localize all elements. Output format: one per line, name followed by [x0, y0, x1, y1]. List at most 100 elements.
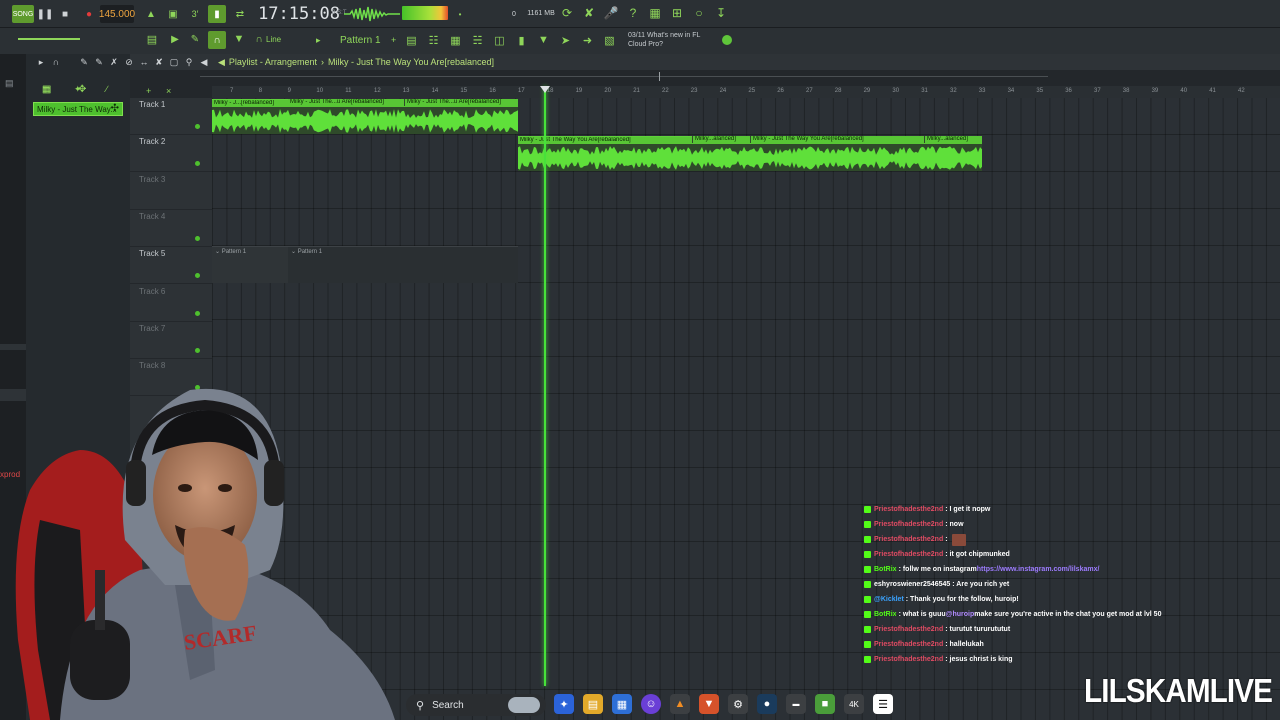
piano-roll-icon[interactable]: ☷: [427, 32, 440, 48]
stop-icon[interactable]: ■: [58, 5, 72, 23]
draw-icon[interactable]: ✎: [79, 56, 89, 68]
song-mode-button[interactable]: SONG: [12, 5, 34, 23]
track-mute-led[interactable]: [195, 235, 200, 241]
chat-username[interactable]: Priestofhadesthe2nd: [874, 547, 943, 562]
cloud-icon[interactable]: ➜: [581, 32, 594, 48]
track-header[interactable]: Track 1: [130, 98, 212, 135]
picker-list-icon[interactable]: ▤: [42, 84, 51, 95]
picker-audio-clip[interactable]: Milky - Just The Way... ✣: [33, 102, 123, 116]
chat-username[interactable]: Priestofhadesthe2nd: [874, 622, 943, 637]
pattern-clip-b[interactable]: ⌄ Pattern 1: [288, 246, 518, 283]
playhead[interactable]: [544, 86, 546, 686]
chat-username[interactable]: eshyroswiener2546545: [874, 577, 950, 592]
delete-icon[interactable]: ✗: [109, 56, 119, 68]
track-header[interactable]: Track 6: [130, 285, 212, 322]
track-mute-led[interactable]: [195, 273, 200, 279]
select-icon[interactable]: ▢: [169, 56, 179, 68]
zoom-icon[interactable]: ⚲: [184, 56, 194, 68]
tempo-tap-icon[interactable]: ▼: [537, 32, 550, 48]
play-pattern-icon[interactable]: ▶: [168, 32, 182, 46]
tempo-display[interactable]: 145.000: [99, 5, 135, 23]
4k-icon[interactable]: 4K: [844, 694, 864, 714]
store-icon[interactable]: ▦: [612, 694, 632, 714]
play-icon[interactable]: ❚❚: [37, 5, 54, 23]
help-icon[interactable]: ?: [626, 5, 640, 21]
track-mute-led[interactable]: [195, 161, 200, 167]
scroll-thumb[interactable]: [659, 72, 660, 81]
track-mute-led[interactable]: [195, 347, 200, 353]
track-header[interactable]: Track 2: [130, 135, 212, 173]
track-header[interactable]: Track 4: [130, 210, 212, 247]
app-icon[interactable]: ▬: [786, 694, 806, 714]
fl-studio-icon[interactable]: ▲: [670, 694, 690, 714]
move-icon[interactable]: ✥: [78, 84, 86, 95]
chat-username[interactable]: BotRix: [874, 562, 897, 577]
refresh-icon[interactable]: ⟳: [560, 5, 574, 21]
track-header[interactable]: Track 7: [130, 322, 212, 359]
prev-pattern-icon[interactable]: ▸: [316, 35, 321, 46]
playlist-arrow-icon[interactable]: ◀: [218, 57, 225, 68]
touch-keyboard-icon[interactable]: ▧: [603, 32, 616, 48]
save-icon[interactable]: ▦: [648, 5, 662, 21]
playhead-marker[interactable]: [540, 86, 550, 93]
download-icon[interactable]: ↧: [714, 5, 728, 21]
track-mute-led[interactable]: [195, 124, 200, 129]
chat-username[interactable]: Priestofhadesthe2nd: [874, 532, 943, 547]
slip-icon[interactable]: ↔: [139, 56, 149, 68]
view-playlist-icon[interactable]: ▤: [144, 32, 160, 46]
chat-username[interactable]: Priestofhadesthe2nd: [874, 652, 943, 667]
countdown-icon[interactable]: 3′: [186, 5, 204, 23]
pattern-clip-a[interactable]: ⌄ Pattern 1: [212, 246, 288, 283]
slice-icon[interactable]: ✘: [154, 56, 164, 68]
add-track-icon[interactable]: +: [146, 86, 151, 96]
master-pitch-icon[interactable]: •: [456, 5, 464, 23]
step-edit-icon[interactable]: ⇄: [232, 5, 248, 23]
metronome-icon[interactable]: ▲: [144, 5, 158, 23]
track-header[interactable]: Track 5: [130, 247, 212, 285]
chat-icon[interactable]: ○: [692, 5, 706, 21]
obs-icon[interactable]: ⚙: [728, 694, 748, 714]
snap-icon[interactable]: ∩: [254, 32, 264, 46]
track-mute-led[interactable]: [195, 310, 200, 316]
picker-automation-icon[interactable]: ∕: [106, 84, 108, 94]
snap-magnet-icon[interactable]: ∩: [208, 31, 226, 49]
chat-username[interactable]: Priestofhadesthe2nd: [874, 502, 943, 517]
pattern-selector[interactable]: Pattern 1: [340, 33, 398, 48]
minecraft-icon[interactable]: ■: [815, 694, 835, 714]
loop-record-icon[interactable]: ▮: [208, 5, 226, 23]
browser-icon[interactable]: ◫: [493, 32, 506, 48]
playlist-window-icon[interactable]: ▤: [405, 32, 418, 48]
snap-mode[interactable]: Line: [266, 35, 281, 44]
chat-username[interactable]: @Kicklet: [874, 592, 904, 607]
mic-icon[interactable]: 🎤: [604, 5, 619, 21]
file-explorer-icon[interactable]: ▤: [583, 694, 603, 714]
chat-username[interactable]: Priestofhadesthe2nd: [874, 517, 943, 532]
master-volume-slider[interactable]: [18, 38, 80, 40]
track-header[interactable]: Track 3: [130, 173, 212, 210]
mute-icon[interactable]: ⊘: [124, 56, 134, 68]
timeline-ruler[interactable]: 7 8 9 10 11 12 13 14 15 16 17 18 19 20 21 22 23 24 25 26 27 2…: [212, 86, 1280, 98]
bucket-icon[interactable]: ▼: [232, 32, 246, 46]
browser-options-icon[interactable]: ▤: [5, 78, 14, 89]
play-icon-small[interactable]: ▸: [36, 56, 46, 68]
taskbar-search[interactable]: ⚲ Search: [406, 694, 546, 716]
paint-icon[interactable]: ✎: [94, 56, 104, 68]
chat-username[interactable]: Priestofhadesthe2nd: [874, 637, 943, 652]
plugin-picker-icon[interactable]: ➤: [559, 32, 572, 48]
copilot-icon[interactable]: ✦: [554, 694, 574, 714]
plugin-database-icon[interactable]: ▮: [515, 32, 528, 48]
news-toggle-icon[interactable]: [722, 35, 732, 45]
chat-link[interactable]: https://www.instagram.com/lilskamx/: [977, 562, 1100, 577]
taskbar-app-icon[interactable]: ☰: [873, 694, 893, 714]
mixer-icon[interactable]: ☵: [471, 32, 484, 48]
close-track-icon[interactable]: ×: [166, 86, 171, 96]
wait-icon[interactable]: ▣: [166, 5, 180, 23]
discord-icon[interactable]: ☺: [641, 694, 661, 714]
pencil-icon[interactable]: ✎: [188, 32, 202, 46]
steam-icon[interactable]: ●: [757, 694, 777, 714]
add-pattern-icon[interactable]: +: [391, 35, 396, 45]
chat-mention[interactable]: @huroip: [946, 607, 975, 622]
brave-icon[interactable]: ▼: [699, 694, 719, 714]
record-icon[interactable]: ●: [82, 5, 96, 23]
playback-icon[interactable]: ◀: [199, 56, 209, 68]
